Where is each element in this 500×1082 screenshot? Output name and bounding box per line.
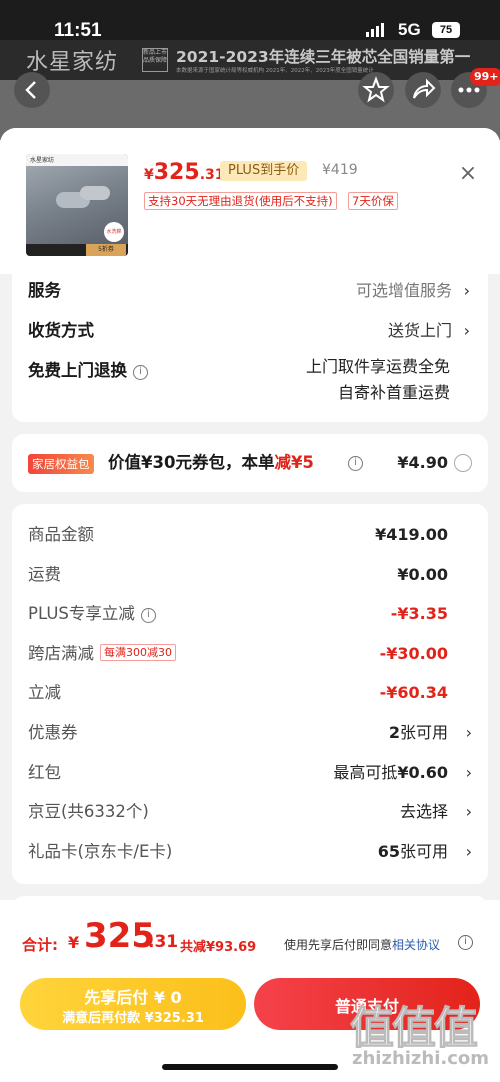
original-price: ¥419 <box>322 162 358 178</box>
chevron-right-icon: › <box>463 321 470 340</box>
coupon-pack-price: ¥4.90 <box>397 453 448 472</box>
info-icon[interactable]: i <box>458 935 473 950</box>
share-button[interactable] <box>405 72 441 108</box>
product-thumbnail[interactable]: 水星家纺 水洗棉 5折券 <box>26 154 128 256</box>
amount-breakdown-card: 商品金额 ¥419.00 运费 ¥0.00 PLUS专享立减 i -¥3.35 跨… <box>12 504 488 884</box>
share-icon <box>413 78 436 99</box>
thumb-brand: 水星家纺 <box>30 157 55 164</box>
watermark-url: zhizhizhi.com <box>352 1048 490 1069</box>
thumb-sticker: 5折券 <box>86 244 126 256</box>
plus-price-tag: PLUS到手价 <box>220 161 308 181</box>
chevron-left-icon <box>25 81 36 99</box>
amount-row-instant-discount: 立减 -¥60.34 <box>28 683 448 702</box>
info-icon[interactable]: i <box>133 365 148 380</box>
amount-row-plus-discount: PLUS专享立减 i -¥3.35 <box>28 604 448 623</box>
background-page: 11:51 5G 75 水星家纺 新品上市 品质保障 2021-2023年连续三… <box>0 0 500 140</box>
network-label: 5G <box>398 20 421 39</box>
coupon-pack-badge: 家居权益包 <box>28 454 94 474</box>
coupon-pack-radio[interactable] <box>454 454 472 472</box>
delivery-method-row[interactable]: 收货方式 送货上门 › <box>12 316 488 346</box>
agreement-link[interactable]: 相关协议 <box>392 938 440 952</box>
info-icon[interactable]: i <box>348 456 363 471</box>
status-time: 11:51 <box>54 20 102 41</box>
coupon-pack-text: 价值¥30元券包，本单减¥5 <box>108 453 314 472</box>
promo-tag: 每满300减30 <box>100 644 176 661</box>
pay-later-button[interactable]: 先享后付 ¥ 0 满意后再付款 ¥325.31 <box>20 978 246 1030</box>
status-bar: 11:51 5G 75 <box>0 0 500 44</box>
amount-row-shipping: 运费 ¥0.00 <box>28 565 448 584</box>
signal-icon <box>366 23 384 37</box>
amount-row-coupons[interactable]: 优惠券 2张可用 › <box>12 718 488 748</box>
back-button[interactable] <box>14 72 50 108</box>
product-header: 水星家纺 水洗棉 5折券 ¥ 325 .31 PLUS到手价 ¥419 × 支持… <box>0 128 500 274</box>
info-icon[interactable]: i <box>140 608 156 623</box>
return-policy-tag: 支持30天无理由退货(使用后不支持) <box>144 192 337 210</box>
chevron-right-icon: › <box>465 842 472 861</box>
total-label: 合计: <box>22 936 58 954</box>
amount-row-goods: 商品金额 ¥419.00 <box>28 525 448 544</box>
amount-row-jingdou[interactable]: 京豆(共6332个) 去选择 › <box>12 797 488 827</box>
banner-fine-print: 本数据来源于国家统计局等权威机构 2021年、2022年、2023年度全国销量统… <box>176 68 374 74</box>
service-card: 服务 可选增值服务 › 收货方式 送货上门 › 免费上门退换 i 上门取件享运费全… <box>12 274 488 422</box>
coupon-pack-card[interactable]: 家居权益包 价值¥30元券包，本单减¥5 i ¥4.90 <box>12 434 488 492</box>
banner-headline: 2021-2023年连续三年被芯全国销量第一 <box>176 48 471 66</box>
chevron-right-icon: › <box>465 802 472 821</box>
favorite-button[interactable] <box>358 72 394 108</box>
total-amount: 325 <box>84 916 155 956</box>
product-price: ¥ 325 .31 <box>144 160 225 185</box>
watermark-logo: 值值值 <box>350 1003 479 1055</box>
amount-row-gift-card[interactable]: 礼品卡(京东卡/E卡) 65张可用 › <box>12 837 488 867</box>
chevron-right-icon: › <box>465 723 472 742</box>
banner-tag: 新品上市 品质保障 <box>142 48 168 72</box>
agreement-text: 使用先享后付即同意相关协议 <box>284 938 441 952</box>
checkout-footer: 合计: ¥ 325 .31 共减¥93.69 使用先享后付即同意相关协议 i 先… <box>0 900 500 1082</box>
star-icon <box>362 76 390 103</box>
close-icon[interactable]: × <box>456 162 480 186</box>
price-protect-tag: 7天价保 <box>348 192 398 210</box>
chevron-right-icon: › <box>463 281 470 300</box>
amount-row-red-packet[interactable]: 红包 最高可抵¥0.60 › <box>12 758 488 788</box>
home-indicator[interactable] <box>162 1064 338 1070</box>
service-row[interactable]: 服务 可选增值服务 › <box>12 276 488 306</box>
battery-icon: 75 <box>432 22 460 38</box>
cart-badge: 99+ <box>470 68 500 86</box>
thumb-stamp: 水洗棉 <box>104 222 124 242</box>
return-details: 上门取件享运费全免 自寄补首重运费 <box>305 357 450 402</box>
total-savings: 共减¥93.69 <box>180 940 257 955</box>
chevron-right-icon: › <box>465 763 472 782</box>
watermark: 值值值 zhizhizhi.com <box>350 992 496 1078</box>
amount-row-cross-store: 跨店满减 每满300减30 -¥30.00 <box>28 644 448 663</box>
